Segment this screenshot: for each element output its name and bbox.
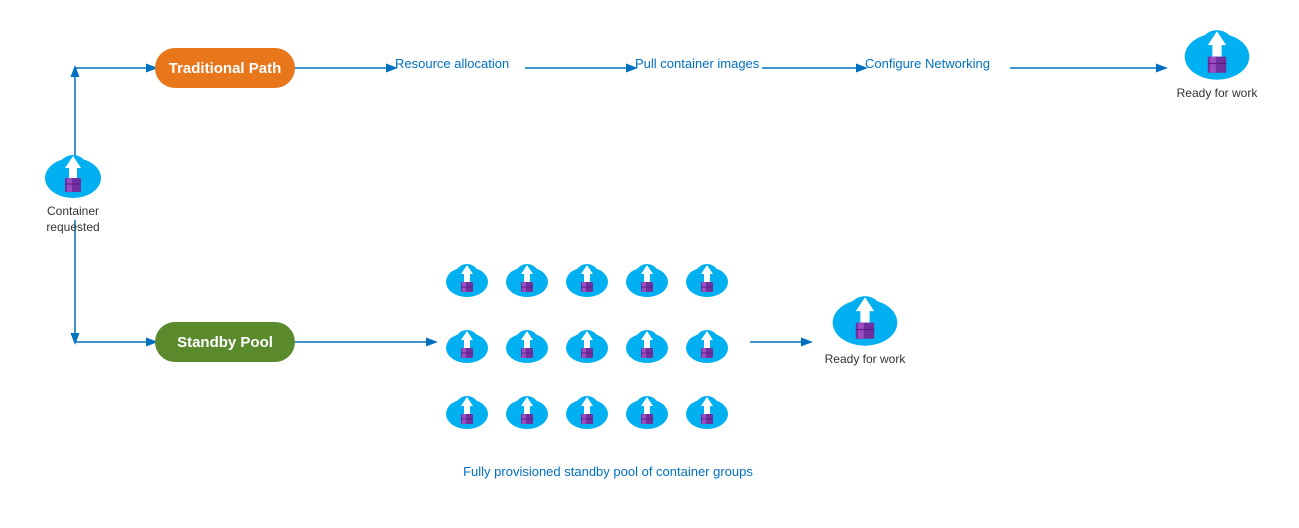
cloud-icon-requested — [43, 148, 103, 200]
ready-for-work-top-icon: Ready for work — [1167, 22, 1267, 102]
grid-item — [440, 382, 494, 442]
grid-item — [560, 250, 614, 310]
standby-pool-grid — [440, 250, 734, 442]
ready-for-work-bottom-label: Ready for work — [825, 352, 906, 368]
grid-item — [620, 316, 674, 376]
grid-item — [680, 382, 734, 442]
grid-item — [500, 382, 554, 442]
cloud-icon-top-ready — [1182, 22, 1252, 82]
grid-item — [560, 316, 614, 376]
cloud-icon-bottom-ready — [830, 288, 900, 348]
container-requested-label: Container requested — [28, 204, 118, 235]
grid-item — [620, 382, 674, 442]
resource-allocation-label: Resource allocation — [395, 56, 509, 71]
grid-item — [620, 250, 674, 310]
grid-item — [680, 316, 734, 376]
container-requested-icon: Container requested — [28, 148, 118, 235]
grid-item — [560, 382, 614, 442]
grid-item — [500, 316, 554, 376]
ready-for-work-top-label: Ready for work — [1177, 86, 1258, 102]
diagram: Container requested Traditional Path Sta… — [0, 0, 1299, 528]
pull-container-images-label: Pull container images — [635, 56, 759, 71]
grid-item — [500, 250, 554, 310]
traditional-path-pill[interactable]: Traditional Path — [155, 48, 295, 88]
grid-item — [440, 250, 494, 310]
configure-networking-label: Configure Networking — [865, 56, 990, 71]
ready-for-work-bottom-icon: Ready for work — [815, 288, 915, 368]
fully-provisioned-caption: Fully provisioned standby pool of contai… — [453, 462, 763, 482]
grid-item — [680, 250, 734, 310]
standby-pool-pill[interactable]: Standby Pool — [155, 322, 295, 362]
grid-item — [440, 316, 494, 376]
